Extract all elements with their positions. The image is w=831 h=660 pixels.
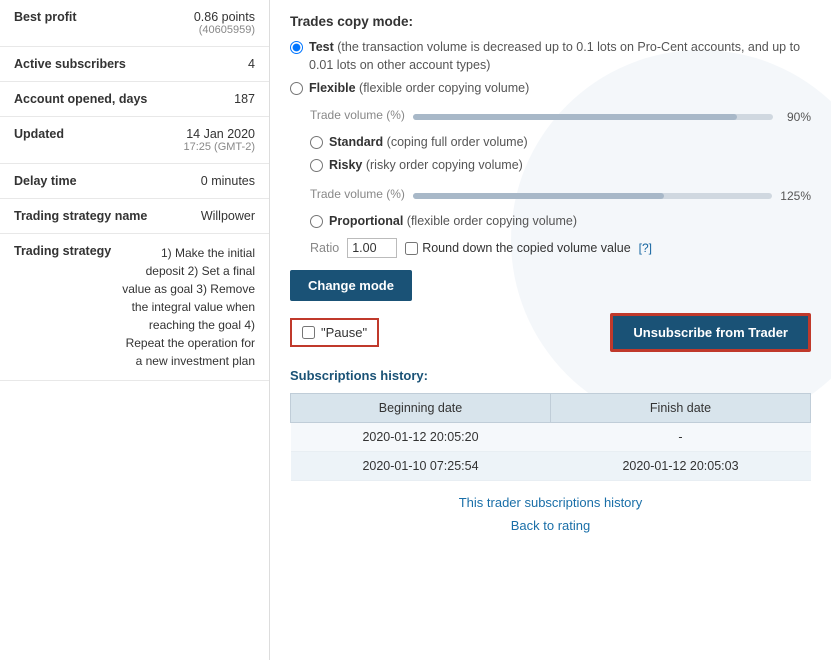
unsubscribe-button[interactable]: Unsubscribe from Trader bbox=[610, 313, 811, 352]
proportional-mode-label[interactable]: Proportional (flexible order copying vol… bbox=[329, 213, 577, 231]
round-down-label[interactable]: Round down the copied volume value bbox=[422, 241, 630, 255]
trading-strategy-label: Trading strategy bbox=[14, 244, 121, 258]
test-mode-label[interactable]: Test (the transaction volume is decrease… bbox=[309, 39, 811, 74]
risky-volume-area: Trade volume (%) 125% bbox=[290, 183, 811, 209]
sub-radio-group: Standard (coping full order volume) Risk… bbox=[290, 134, 811, 175]
delay-time-row: Delay time 0 minutes bbox=[0, 164, 269, 199]
updated-value: 14 Jan 2020 17:25 (GMT-2) bbox=[183, 127, 255, 153]
left-panel: Best profit 0.86 points (40605959) Activ… bbox=[0, 0, 270, 660]
flexible-volume-percent: 90% bbox=[781, 110, 811, 124]
right-panel: Trades copy mode: Test (the transaction … bbox=[270, 0, 831, 660]
flexible-mode-radio[interactable] bbox=[290, 82, 303, 95]
risky-slider-fill bbox=[413, 193, 665, 199]
footer-links: This trader subscriptions history Back t… bbox=[290, 495, 811, 533]
trading-strategy-name-label: Trading strategy name bbox=[14, 209, 147, 223]
history-table: Beginning date Finish date 2020-01-12 20… bbox=[290, 393, 811, 481]
table-row: 2020-01-12 20:05:20 - bbox=[291, 423, 811, 452]
col-beginning-date: Beginning date bbox=[291, 394, 551, 423]
risky-mode-label[interactable]: Risky (risky order copying volume) bbox=[329, 157, 523, 175]
risky-volume-row: Trade volume (%) 125% bbox=[310, 187, 811, 205]
ratio-row: Ratio Round down the copied volume value… bbox=[290, 238, 811, 258]
best-profit-row: Best profit 0.86 points (40605959) bbox=[0, 0, 269, 47]
standard-mode-radio[interactable] bbox=[310, 136, 323, 149]
row2-finish: 2020-01-12 20:05:03 bbox=[551, 452, 811, 481]
risky-mode-radio[interactable] bbox=[310, 159, 323, 172]
row1-beginning: 2020-01-12 20:05:20 bbox=[291, 423, 551, 452]
flexible-mode-option[interactable]: Flexible (flexible order copying volume) bbox=[290, 80, 811, 98]
main-container: Best profit 0.86 points (40605959) Activ… bbox=[0, 0, 831, 660]
proportional-radio-group: Proportional (flexible order copying vol… bbox=[290, 213, 811, 231]
account-opened-value: 187 bbox=[234, 92, 255, 106]
table-row: 2020-01-10 07:25:54 2020-01-12 20:05:03 bbox=[291, 452, 811, 481]
row2-beginning: 2020-01-10 07:25:54 bbox=[291, 452, 551, 481]
pause-label[interactable]: "Pause" bbox=[321, 325, 367, 340]
trader-subscriptions-history-link[interactable]: This trader subscriptions history bbox=[290, 495, 811, 510]
row1-finish: - bbox=[551, 423, 811, 452]
active-subscribers-row: Active subscribers 4 bbox=[0, 47, 269, 82]
flexible-volume-row: Trade volume (%) 90% bbox=[310, 108, 811, 126]
flexible-slider-fill bbox=[413, 114, 737, 120]
active-subscribers-value: 4 bbox=[248, 57, 255, 71]
pause-checkbox[interactable] bbox=[302, 326, 315, 339]
proportional-mode-radio[interactable] bbox=[310, 215, 323, 228]
risky-volume-percent: 125% bbox=[780, 189, 811, 203]
flexible-slider-track[interactable] bbox=[413, 114, 773, 120]
change-mode-button[interactable]: Change mode bbox=[290, 270, 412, 301]
best-profit-value: 0.86 points (40605959) bbox=[194, 10, 255, 36]
round-down-checkbox-area: Round down the copied volume value bbox=[405, 241, 630, 255]
trading-strategy-name-row: Trading strategy name Willpower bbox=[0, 199, 269, 234]
delay-time-label: Delay time bbox=[14, 174, 114, 188]
delay-time-value: 0 minutes bbox=[201, 174, 255, 188]
history-title: Subscriptions history: bbox=[290, 368, 811, 383]
pause-checkbox-area: "Pause" bbox=[290, 318, 379, 347]
risky-volume-label: Trade volume (%) bbox=[310, 187, 405, 201]
round-down-checkbox[interactable] bbox=[405, 242, 418, 255]
flexible-volume-area: Trade volume (%) 90% bbox=[290, 104, 811, 130]
risky-slider-track[interactable] bbox=[413, 193, 772, 199]
action-row: "Pause" Unsubscribe from Trader bbox=[290, 313, 811, 352]
ratio-label: Ratio bbox=[310, 241, 339, 255]
test-mode-radio[interactable] bbox=[290, 41, 303, 54]
risky-mode-option[interactable]: Risky (risky order copying volume) bbox=[310, 157, 811, 175]
account-opened-label: Account opened, days bbox=[14, 92, 147, 106]
flexible-volume-label: Trade volume (%) bbox=[310, 108, 405, 122]
standard-mode-option[interactable]: Standard (coping full order volume) bbox=[310, 134, 811, 152]
help-icon[interactable]: [?] bbox=[639, 241, 652, 255]
updated-row: Updated 14 Jan 2020 17:25 (GMT-2) bbox=[0, 117, 269, 164]
standard-mode-label[interactable]: Standard (coping full order volume) bbox=[329, 134, 528, 152]
back-to-rating-link[interactable]: Back to rating bbox=[290, 518, 811, 533]
active-subscribers-label: Active subscribers bbox=[14, 57, 126, 71]
right-content: Trades copy mode: Test (the transaction … bbox=[290, 14, 811, 533]
updated-label: Updated bbox=[14, 127, 114, 141]
best-profit-label: Best profit bbox=[14, 10, 114, 24]
account-opened-row: Account opened, days 187 bbox=[0, 82, 269, 117]
flexible-mode-label[interactable]: Flexible (flexible order copying volume) bbox=[309, 80, 529, 98]
trading-strategy-name-value: Willpower bbox=[201, 209, 255, 223]
test-mode-option[interactable]: Test (the transaction volume is decrease… bbox=[290, 39, 811, 74]
trading-strategy-text: 1) Make the initial deposit 2) Set a fin… bbox=[121, 244, 255, 370]
proportional-mode-option[interactable]: Proportional (flexible order copying vol… bbox=[310, 213, 811, 231]
trades-copy-mode-title: Trades copy mode: bbox=[290, 14, 811, 29]
trading-strategy-row: Trading strategy 1) Make the initial dep… bbox=[0, 234, 269, 381]
ratio-input[interactable] bbox=[347, 238, 397, 258]
col-finish-date: Finish date bbox=[551, 394, 811, 423]
